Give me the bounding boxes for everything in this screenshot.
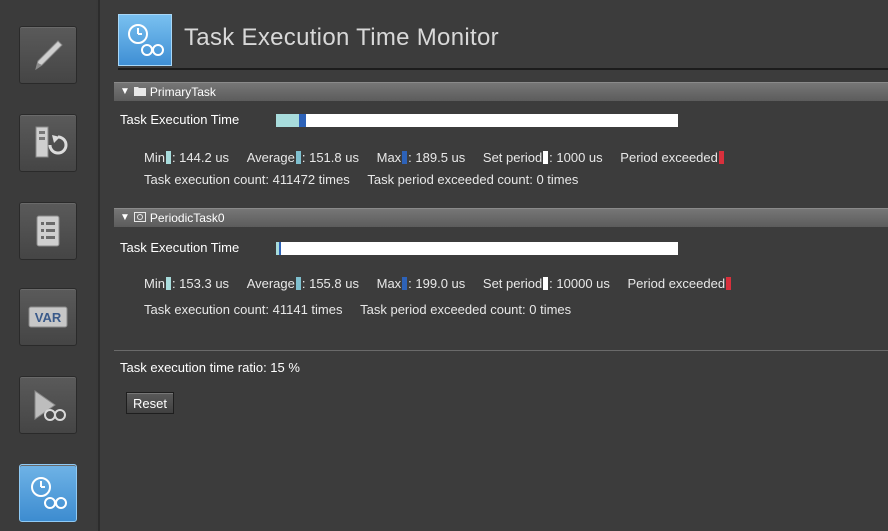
exceeded-count-value: : 0 times — [522, 302, 572, 317]
var-icon-label: VAR — [35, 310, 62, 325]
min-value: : 153.3 us — [171, 276, 230, 291]
exceeded-count-value: : 0 times — [529, 172, 579, 187]
task-name: PeriodicTask0 — [149, 211, 225, 225]
max-label: Max — [376, 276, 402, 291]
folder-icon — [133, 83, 146, 101]
average-label: Average — [246, 150, 295, 165]
stats-line-primary: Min : 144.2 us Average : 151.8 us Max : 189… — [144, 150, 725, 165]
periodic-task-icon — [133, 209, 146, 227]
min-swatch — [165, 277, 171, 290]
stats-line-periodic: Min : 153.3 us Average : 155.8 us Max : 199… — [144, 276, 732, 291]
set-period-swatch — [543, 151, 549, 164]
set-period-label: Set period — [482, 150, 543, 165]
task-name: PrimaryTask — [149, 85, 216, 99]
task-time-monitor-header-icon — [118, 14, 172, 66]
task-section-header-primary[interactable]: ▼ PrimaryTask — [114, 82, 888, 101]
exceeded-count-label: Task period exceeded count — [360, 302, 523, 317]
variable-button[interactable]: VAR — [19, 288, 77, 346]
exec-time-label: Task Execution Time — [120, 112, 240, 127]
bar-min-average — [276, 114, 299, 127]
transfer-button[interactable] — [19, 114, 77, 172]
count-line-periodic: Task execution count: 41141 times Task p… — [144, 302, 571, 317]
task-time-monitor-icon — [31, 477, 67, 509]
exec-time-bar-primary — [276, 114, 678, 127]
reset-button[interactable]: Reset — [126, 392, 174, 414]
min-value: : 144.2 us — [171, 150, 230, 165]
exec-count-label: Task execution count — [144, 172, 266, 187]
collapse-triangle-icon[interactable]: ▼ — [120, 83, 130, 101]
task-section-header-periodic[interactable]: ▼ PeriodicTask0 — [114, 208, 888, 227]
period-exceeded-swatch — [718, 151, 724, 164]
max-value: : 199.0 us — [408, 276, 466, 291]
simulation-monitor-icon — [34, 390, 66, 421]
max-label: Max — [376, 150, 402, 165]
max-value: : 189.5 us — [408, 150, 466, 165]
average-swatch — [295, 277, 301, 290]
set-period-label: Set period — [482, 276, 543, 291]
exec-time-label: Task Execution Time — [120, 240, 240, 255]
max-swatch — [402, 151, 408, 164]
simulation-monitor-button[interactable] — [19, 376, 77, 434]
period-exceeded-label: Period exceeded — [620, 150, 718, 165]
bar-average-max — [299, 114, 306, 127]
count-line-primary: Task execution count: 411472 times Task … — [144, 172, 578, 187]
set-period-swatch — [543, 277, 549, 290]
left-toolbar: VAR — [0, 0, 96, 531]
main-panel: Task Execution Time Monitor ▼ PrimaryTas… — [100, 0, 888, 531]
exec-time-bar-periodic — [276, 242, 678, 255]
set-period-value: : 1000 us — [549, 150, 603, 165]
exec-count-value: : 411472 times — [265, 172, 350, 187]
exec-count-label: Task execution count — [144, 302, 266, 317]
set-period-value: : 10000 us — [549, 276, 610, 291]
ratio-label: Task execution time ratio — [120, 360, 264, 375]
min-label: Min — [144, 276, 165, 291]
collapse-triangle-icon[interactable]: ▼ — [120, 209, 130, 227]
list-icon — [36, 215, 60, 247]
min-swatch — [165, 151, 171, 164]
average-value: : 155.8 us — [301, 276, 359, 291]
exec-count-value: : 41141 times — [265, 302, 343, 317]
panel-header: Task Execution Time Monitor — [118, 10, 888, 70]
average-value: : 151.8 us — [301, 150, 359, 165]
task-time-monitor-button[interactable] — [19, 464, 77, 522]
period-exceeded-swatch — [726, 277, 732, 290]
average-label: Average — [246, 276, 295, 291]
pencil-icon — [35, 40, 63, 71]
max-swatch — [402, 277, 408, 290]
edit-button[interactable] — [19, 26, 77, 84]
bar-average-max — [279, 242, 281, 255]
transfer-icon — [35, 126, 68, 158]
page-title: Task Execution Time Monitor — [184, 24, 499, 51]
exceeded-count-label: Task period exceeded count — [367, 172, 530, 187]
min-label: Min — [144, 150, 165, 165]
ratio-line: Task execution time ratio: 15 % — [120, 360, 300, 375]
average-swatch — [295, 151, 301, 164]
var-icon: VAR — [28, 306, 68, 328]
list-button[interactable] — [19, 202, 77, 260]
section-divider — [114, 350, 888, 351]
period-exceeded-label: Period exceeded — [627, 276, 726, 291]
ratio-value: : 15 % — [263, 360, 300, 375]
